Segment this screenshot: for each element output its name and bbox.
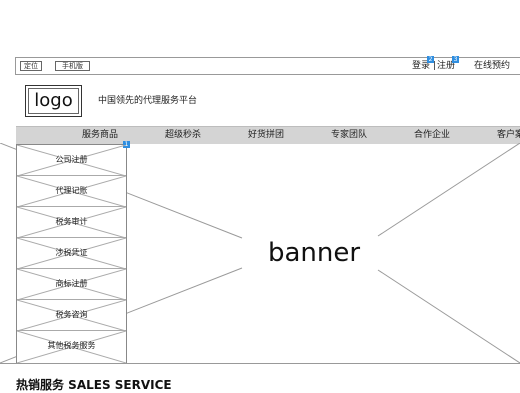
link-separator: |	[433, 61, 437, 71]
nav-item-flash-sale[interactable]: 超级秒杀	[165, 129, 201, 141]
location-button[interactable]: 定位	[20, 61, 42, 71]
menu-item-trademark-registration[interactable]: 商标注册	[17, 269, 126, 300]
register-badge: 3	[452, 56, 459, 63]
menu-item-other-tax-services[interactable]: 其他税务服务	[17, 331, 126, 363]
menu-item-label: 代理记账	[55, 186, 88, 195]
menu-item-bookkeeping[interactable]: 代理记账	[17, 176, 126, 207]
menu-item-label: 税务审计	[55, 217, 88, 226]
menu-item-tax-consulting[interactable]: 税务咨询	[17, 300, 126, 331]
menu-item-company-registration[interactable]: 公司注册	[17, 145, 126, 176]
menu-item-label: 公司注册	[55, 155, 88, 164]
site-logo[interactable]: logo	[25, 85, 82, 117]
menu-item-label: 涉税凭证	[55, 248, 88, 257]
nav-item-group-buy[interactable]: 好货拼团	[248, 129, 284, 141]
menu-item-tax-audit[interactable]: 税务审计	[17, 207, 126, 238]
main-nav: 服务商品 超级秒杀 好货拼团 专家团队 合作企业 客户案	[16, 126, 520, 144]
site-slogan: 中国领先的代理服务平台	[98, 96, 198, 106]
banner-text: banner	[268, 238, 361, 268]
mobile-version-button[interactable]: 手机版	[55, 61, 90, 71]
menu-item-label: 商标注册	[55, 279, 88, 288]
menu-item-label: 其他税务服务	[47, 341, 96, 350]
nav-item-expert-team[interactable]: 专家团队	[331, 129, 367, 141]
nav-item-partners[interactable]: 合作企业	[414, 129, 450, 141]
top-bar: 定位 手机版 登录 2 | 注册 3 在线预约	[15, 56, 520, 75]
section-divider	[0, 363, 520, 364]
menu-item-tax-vouchers[interactable]: 涉税凭证	[17, 238, 126, 269]
nav-item-service-products[interactable]: 服务商品	[82, 129, 118, 141]
menu-item-label: 税务咨询	[55, 310, 88, 319]
service-category-menu: 1 公司注册 代理记账 税务审计 涉税凭证 商标注册 税务咨询 其他税务服务	[16, 141, 130, 364]
nav-item-client-cases[interactable]: 客户案	[497, 129, 520, 141]
online-booking-link[interactable]: 在线预约	[474, 60, 510, 72]
section-title: 热销服务 SALES SERVICE	[16, 378, 172, 392]
logo-text: logo	[28, 88, 79, 114]
